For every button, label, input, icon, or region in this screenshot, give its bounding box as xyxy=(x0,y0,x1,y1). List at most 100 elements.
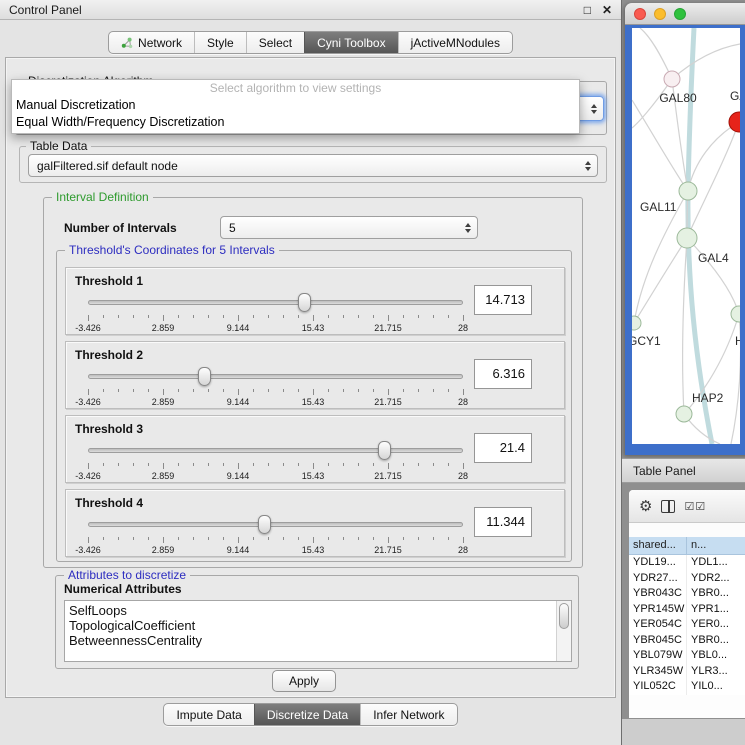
bottom-tab-impute-data[interactable]: Impute Data xyxy=(164,704,253,725)
table-header-row: shared...n... xyxy=(629,537,745,555)
top-tab-network[interactable]: Network xyxy=(109,32,194,53)
threshold-value-field[interactable]: 6.316 xyxy=(474,359,532,389)
tick-mark xyxy=(433,315,434,318)
tick-mark xyxy=(418,463,419,466)
scale-label: 28 xyxy=(458,471,468,481)
tick-mark xyxy=(148,463,149,466)
apply-button[interactable]: Apply xyxy=(272,670,336,692)
threshold-slider[interactable]: -3.4262.8599.14415.4321.71528 xyxy=(88,368,463,404)
network-window-titlebar[interactable] xyxy=(625,3,745,25)
network-edge[interactable] xyxy=(683,238,687,414)
table-row[interactable]: YBR043CYBR0... xyxy=(629,586,745,602)
algorithm-option-manual-discretization[interactable]: Manual Discretization xyxy=(12,97,579,114)
table-row[interactable]: YDL19...YDL1... xyxy=(629,555,745,571)
tick-mark xyxy=(313,315,314,321)
control-panel-titlebar[interactable]: Control Panel □ ✕ xyxy=(0,0,621,20)
table-panel-header[interactable]: Table Panel xyxy=(622,458,745,483)
zoom-traffic-light-icon[interactable] xyxy=(674,8,686,20)
bottom-tab-infer-network[interactable]: Infer Network xyxy=(360,704,456,725)
network-node-gal80[interactable] xyxy=(664,71,680,87)
column-header-shared[interactable]: shared... xyxy=(629,537,687,555)
minimize-traffic-light-icon[interactable] xyxy=(654,8,666,20)
slider-ticks xyxy=(88,389,463,395)
select-columns-icon[interactable]: ☑☑ xyxy=(684,500,706,513)
settings-gear-icon[interactable]: ⚙ xyxy=(639,499,652,514)
attribute-list-item[interactable]: TopologicalCoefficient xyxy=(69,618,571,633)
top-tab-style[interactable]: Style xyxy=(194,32,246,53)
table-panel-window: ⚙ ☑☑ shared...n... YDL19...YDL1...YDR27.… xyxy=(628,489,745,719)
bottom-tab-discretize-data[interactable]: Discretize Data xyxy=(254,704,360,725)
threshold-value-field[interactable]: 21.4 xyxy=(474,433,532,463)
network-edge[interactable] xyxy=(640,28,672,79)
top-tab-jactivemnodules[interactable]: jActiveMNodules xyxy=(398,32,512,53)
table-cell: YDR27... xyxy=(629,571,687,587)
threshold-label: Threshold 1 xyxy=(75,274,143,288)
slider-scale-labels: -3.4262.8599.14415.4321.71528 xyxy=(88,397,463,407)
threshold-slider[interactable]: -3.4262.8599.14415.4321.71528 xyxy=(88,516,463,552)
network-node-gal4[interactable] xyxy=(677,228,697,248)
network-graph[interactable]: GAL80GAGAL11GAL4GCY1HHAP2 xyxy=(632,28,740,444)
slider-ticks xyxy=(88,315,463,321)
table-row[interactable]: YBL079WYBL0... xyxy=(629,648,745,664)
slider-thumb[interactable] xyxy=(258,515,271,534)
close-traffic-light-icon[interactable] xyxy=(634,8,646,20)
network-node-ga[interactable] xyxy=(729,112,740,132)
network-edge[interactable] xyxy=(672,44,740,79)
attribute-list-item[interactable]: SelfLoops xyxy=(69,603,571,618)
tick-mark xyxy=(343,463,344,466)
tab-label: Discretize Data xyxy=(267,708,348,722)
scrollbar-thumb[interactable] xyxy=(559,603,569,629)
list-scrollbar[interactable] xyxy=(556,601,571,661)
attribute-list-item[interactable]: BetweennessCentrality xyxy=(69,633,571,648)
background-fill xyxy=(622,719,745,745)
show-columns-icon[interactable] xyxy=(661,500,675,513)
scale-label: 9.144 xyxy=(227,471,250,481)
numerical-attributes-list[interactable]: SelfLoopsTopologicalCoefficientBetweenne… xyxy=(64,600,572,662)
tick-mark xyxy=(433,389,434,392)
table-row[interactable]: YER054CYER0... xyxy=(629,617,745,633)
number-of-intervals-combobox[interactable]: 5 xyxy=(220,216,478,239)
column-header-n[interactable]: n... xyxy=(687,537,745,555)
table-row[interactable]: YDR27...YDR2... xyxy=(629,571,745,587)
tick-mark xyxy=(328,537,329,540)
threshold-slider[interactable]: -3.4262.8599.14415.4321.71528 xyxy=(88,294,463,330)
scale-label: 9.144 xyxy=(227,323,250,333)
threshold-slider[interactable]: -3.4262.8599.14415.4321.71528 xyxy=(88,442,463,478)
slider-thumb[interactable] xyxy=(378,441,391,460)
slider-track xyxy=(88,374,463,379)
network-canvas[interactable]: GAL80GAGAL11GAL4GCY1HHAP2 xyxy=(632,28,740,444)
top-tab-select[interactable]: Select xyxy=(246,32,304,53)
threshold-value-field[interactable]: 11.344 xyxy=(474,507,532,537)
network-node-h[interactable] xyxy=(731,306,740,322)
table-row[interactable]: YLR345WYLR3... xyxy=(629,664,745,680)
top-tab-cyni-toolbox[interactable]: Cyni Toolbox xyxy=(304,32,397,53)
network-edge[interactable] xyxy=(634,238,687,323)
tick-mark xyxy=(328,389,329,392)
scale-label: 28 xyxy=(458,397,468,407)
network-node-gal11[interactable] xyxy=(679,182,697,200)
tick-mark xyxy=(238,315,239,321)
threshold-value-field[interactable]: 14.713 xyxy=(474,285,532,315)
float-window-icon[interactable]: □ xyxy=(584,3,591,17)
network-edge[interactable] xyxy=(687,122,739,238)
network-edge[interactable] xyxy=(632,100,688,191)
table-row[interactable]: YIL052CYIL0... xyxy=(629,679,745,695)
close-window-icon[interactable]: ✕ xyxy=(602,3,612,17)
table-row[interactable]: YBR045CYBR0... xyxy=(629,633,745,649)
node-label: GA xyxy=(730,89,740,103)
algorithm-option-equal-width-frequency-discretization[interactable]: Equal Width/Frequency Discretization xyxy=(12,114,579,131)
slider-ticks xyxy=(88,537,463,543)
tab-label: Select xyxy=(259,36,292,50)
tick-mark xyxy=(343,389,344,392)
tick-mark xyxy=(418,389,419,392)
table-data-combobox[interactable]: galFiltered.sif default node xyxy=(28,154,598,177)
slider-thumb[interactable] xyxy=(298,293,311,312)
network-edge[interactable] xyxy=(687,238,739,314)
tick-mark xyxy=(328,315,329,318)
table-row[interactable]: YPR145WYPR1... xyxy=(629,602,745,618)
network-node-hap2[interactable] xyxy=(676,406,692,422)
tick-mark xyxy=(373,537,374,540)
threshold-panel-3: Threshold 3-3.4262.8599.14415.4321.71528… xyxy=(65,415,565,483)
network-node-gcy1[interactable] xyxy=(632,316,641,330)
slider-thumb[interactable] xyxy=(198,367,211,386)
